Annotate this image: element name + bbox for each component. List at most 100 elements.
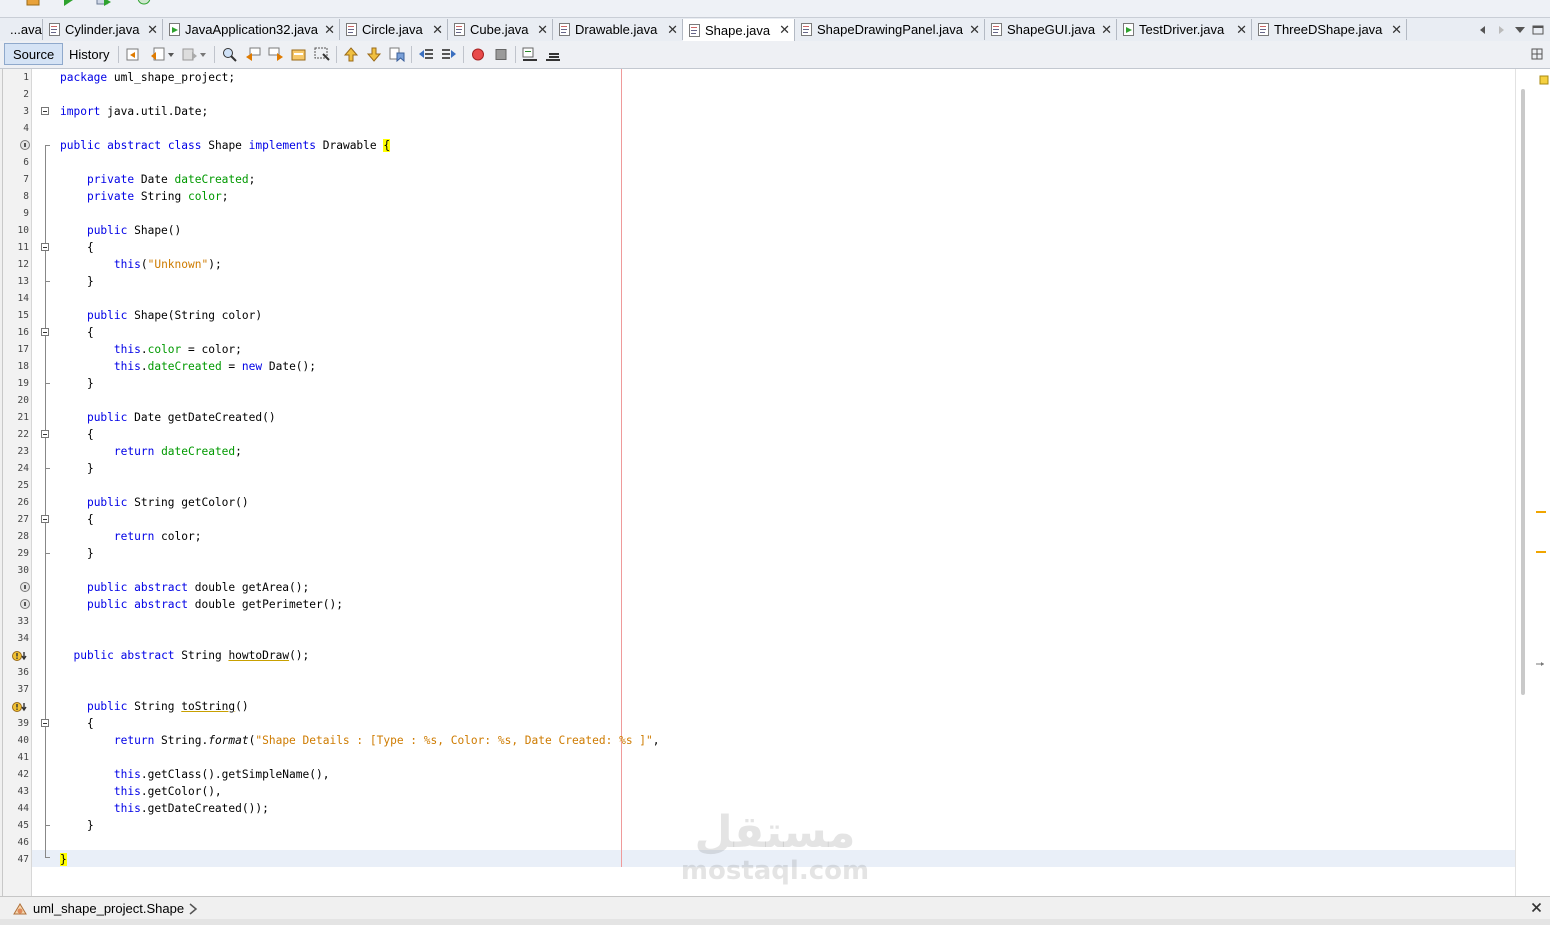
code-line[interactable]: { [60, 324, 94, 341]
scroll-tabs-left-icon[interactable] [1478, 25, 1488, 35]
history-view-button[interactable]: History [61, 43, 117, 65]
find-selection-icon[interactable] [291, 47, 307, 62]
back-icon[interactable] [150, 47, 166, 62]
tab-testdriver-java[interactable]: TestDriver.java ✕ [1117, 19, 1252, 40]
code-line[interactable]: } [60, 851, 67, 868]
source-view-button[interactable]: Source [4, 43, 64, 65]
code-line[interactable]: { [60, 239, 94, 256]
toggle-bookmark-icon[interactable] [389, 47, 405, 62]
code-line[interactable]: private Date dateCreated; [60, 171, 255, 188]
tab-shapedrawingpanel-java[interactable]: ShapeDrawingPanel.java ✕ [795, 19, 985, 40]
implements-method-icon[interactable] [20, 582, 30, 592]
forward-dropdown-icon[interactable] [198, 47, 208, 62]
close-icon[interactable]: ✕ [779, 22, 790, 38]
tab-shape-java[interactable]: Shape.java ✕ [683, 19, 795, 41]
tab-drawable-java[interactable]: Drawable.java ✕ [553, 19, 683, 40]
code-line[interactable]: { [60, 426, 94, 443]
code-line[interactable]: public Shape(String color) [60, 307, 262, 324]
code-line[interactable]: public abstract String howtoDraw(); [60, 647, 309, 664]
code-line[interactable]: public abstract class Shape implements D… [60, 137, 391, 154]
uncomment-icon[interactable] [545, 47, 561, 62]
breadcrumb-class[interactable]: uml_shape_project.Shape [33, 901, 184, 916]
code-line[interactable]: this.getClass().getSimpleName(), [60, 766, 330, 783]
warning-marker[interactable] [1536, 551, 1546, 553]
debug-icon[interactable] [96, 0, 112, 6]
chevron-right-icon[interactable] [188, 902, 198, 916]
code-line[interactable]: { [60, 715, 94, 732]
code-line[interactable]: this("Unknown"); [60, 256, 222, 273]
code-line[interactable]: public Date getDateCreated() [60, 409, 276, 426]
split-editor-icon[interactable] [1531, 48, 1543, 60]
shift-left-icon[interactable] [418, 47, 434, 62]
close-icon[interactable]: ✕ [1391, 22, 1402, 38]
maximize-window-icon[interactable] [1532, 25, 1544, 35]
code-line[interactable]: private String color; [60, 188, 228, 205]
tab-javaapplication32-java[interactable]: JavaApplication32.java ✕ [163, 19, 340, 40]
find-previous-icon[interactable] [245, 47, 261, 62]
implements-method-icon[interactable] [20, 599, 30, 609]
code-line[interactable]: } [60, 460, 94, 477]
fold-toggle-icon[interactable] [41, 243, 49, 251]
fold-toggle-icon[interactable] [41, 328, 49, 336]
vertical-scrollbar-thumb[interactable] [1521, 89, 1525, 695]
forward-icon[interactable] [182, 47, 198, 62]
shift-right-icon[interactable] [441, 47, 457, 62]
last-edit-icon[interactable] [126, 47, 142, 62]
code-line[interactable]: this.dateCreated = new Date(); [60, 358, 316, 375]
code-line[interactable]: public String getColor() [60, 494, 249, 511]
previous-bookmark-icon[interactable] [343, 47, 359, 62]
code-line[interactable]: package uml_shape_project; [60, 69, 235, 86]
code-line[interactable]: this.color = color; [60, 341, 242, 358]
code-line[interactable]: public Shape() [60, 222, 181, 239]
profile-icon[interactable] [136, 0, 152, 6]
run-icon[interactable] [60, 0, 76, 6]
code-line[interactable]: } [60, 273, 94, 290]
stop-macro-icon[interactable] [493, 47, 509, 62]
fold-toggle-icon[interactable] [41, 719, 49, 727]
warning-marker[interactable] [1536, 511, 1546, 513]
open-project-icon[interactable] [26, 0, 42, 6]
fold-toggle-icon[interactable] [41, 430, 49, 438]
tab-threedshape-java[interactable]: ThreeDShape.java ✕ [1252, 19, 1407, 40]
close-icon[interactable]: ✕ [537, 22, 548, 38]
code-editor[interactable]: 1 2 3 4 6 7 8 9 10 11 12 13 14 15 16 17 … [2, 69, 1550, 896]
code-line[interactable]: public abstract double getArea(); [60, 579, 309, 596]
code-line[interactable]: { [60, 511, 94, 528]
close-icon[interactable]: ✕ [1101, 22, 1112, 38]
code-line[interactable]: } [60, 545, 94, 562]
tab-circle-java[interactable]: Circle.java ✕ [340, 19, 448, 40]
code-line[interactable]: } [60, 375, 94, 392]
find-icon[interactable] [222, 47, 238, 62]
code-line[interactable]: } [60, 817, 94, 834]
code-line[interactable]: return String.format("Shape Details : [T… [60, 732, 660, 749]
toggle-highlight-icon[interactable] [314, 47, 330, 62]
close-icon[interactable]: ✕ [969, 22, 980, 38]
show-opened-documents-icon[interactable] [1514, 25, 1526, 35]
close-icon[interactable]: ✕ [667, 22, 678, 38]
code-line[interactable]: this.getDateCreated()); [60, 800, 269, 817]
code-line[interactable]: public abstract double getPerimeter(); [60, 596, 343, 613]
code-line[interactable]: public String toString() [60, 698, 249, 715]
implements-method-icon[interactable] [20, 140, 30, 150]
close-icon[interactable]: ✕ [324, 22, 335, 38]
tab-cylinder-java[interactable]: Cylinder.java ✕ [43, 19, 163, 40]
start-macro-icon[interactable] [470, 47, 486, 62]
close-icon[interactable]: ✕ [432, 22, 443, 38]
code-line[interactable]: this.getColor(), [60, 783, 222, 800]
find-next-icon[interactable] [268, 47, 284, 62]
code-line[interactable]: import java.util.Date; [60, 103, 208, 120]
code-line[interactable]: return dateCreated; [60, 443, 242, 460]
tab-overflow[interactable]: ...ava [4, 19, 43, 40]
code-line[interactable]: return color; [60, 528, 202, 545]
close-icon[interactable]: ✕ [147, 22, 158, 38]
warning-override-icon[interactable] [12, 701, 28, 713]
close-icon[interactable] [1531, 902, 1542, 913]
back-dropdown-icon[interactable] [166, 47, 176, 62]
tab-cube-java[interactable]: Cube.java ✕ [448, 19, 553, 40]
next-bookmark-icon[interactable] [366, 47, 382, 62]
fold-toggle-icon[interactable] [41, 515, 49, 523]
close-icon[interactable]: ✕ [1236, 22, 1247, 38]
comment-icon[interactable] [522, 47, 538, 62]
tab-shapegui-java[interactable]: ShapeGUI.java ✕ [985, 19, 1117, 40]
fold-toggle-icon[interactable] [41, 107, 49, 115]
